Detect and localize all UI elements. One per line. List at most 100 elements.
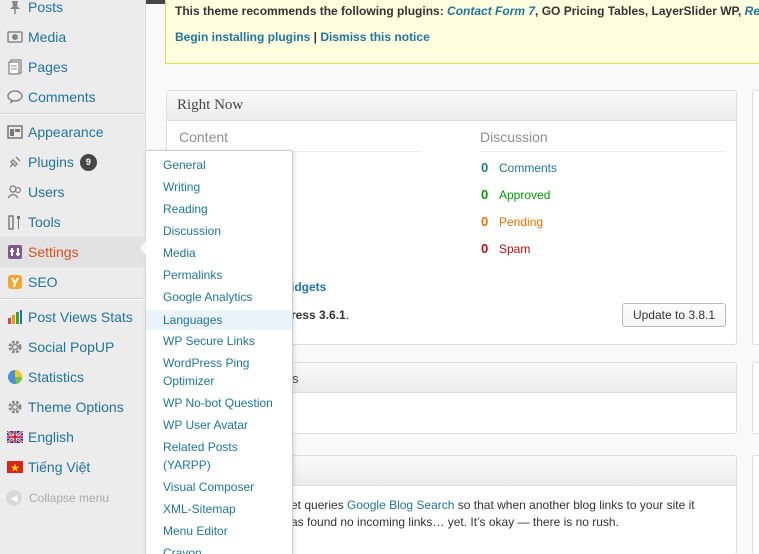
submenu-wordpress-ping-optimizer[interactable]: WordPress Ping Optimizer: [146, 354, 292, 390]
submenu-languages[interactable]: Languages: [146, 310, 292, 330]
version-number: ress 3.6.1: [291, 308, 346, 322]
pages-icon: [6, 58, 24, 76]
side-widget-edge: [752, 362, 759, 434]
menu-item-tools[interactable]: Tools: [0, 207, 146, 237]
comments-count: 0: [481, 160, 489, 175]
menu-item-media[interactable]: Media: [0, 22, 146, 52]
uk-flag-icon: [6, 428, 24, 446]
menu-separator: [0, 298, 146, 300]
menu-item-post-views-stats[interactable]: Post Views Stats: [0, 302, 146, 332]
menu-item-label: Social PopUP: [28, 339, 115, 355]
discussion-rule: [480, 151, 725, 152]
admin-sidebar: Posts Media Pages Comments Appearance Pl…: [0, 0, 146, 554]
submenu-wp-secure-links[interactable]: WP Secure Links: [146, 332, 292, 350]
submenu-general[interactable]: General: [146, 156, 292, 174]
version-period: .: [345, 308, 350, 322]
menu-item-label: SEO: [28, 274, 58, 290]
discussion-row-pending[interactable]: 0 Pending: [481, 214, 543, 229]
menu-item-label: Media: [28, 29, 67, 45]
spam-label: Spam: [499, 241, 531, 256]
submenu-media[interactable]: Media: [146, 244, 292, 262]
gear-icon: [6, 338, 24, 356]
menu-item-label: Users: [28, 184, 65, 200]
submenu-xml-sitemap[interactable]: XML-Sitemap: [146, 500, 292, 518]
menu-item-seo[interactable]: SEO: [0, 267, 146, 297]
incoming-text-prefix: et queries: [291, 498, 348, 512]
menu-item-label: Settings: [28, 244, 79, 260]
incoming-text-suffix: so that when another blog links to your …: [454, 498, 695, 512]
discussion-row-spam[interactable]: 0 Spam: [481, 241, 530, 256]
menu-item-plugins[interactable]: Plugins 9: [0, 147, 146, 177]
menu-item-appearance[interactable]: Appearance: [0, 117, 146, 147]
submenu-discussion[interactable]: Discussion: [146, 222, 292, 240]
bar-chart-icon: [6, 308, 24, 326]
approved-label: Approved: [499, 187, 551, 202]
menu-item-label: Tools: [28, 214, 61, 230]
submenu-crayon[interactable]: Crayon: [146, 544, 292, 554]
begin-installing-plugins-link[interactable]: Begin installing plugins: [175, 30, 310, 44]
menu-item-posts[interactable]: Posts: [0, 0, 146, 22]
version-text: ress 3.6.1.: [291, 308, 349, 322]
google-blog-search-link[interactable]: Google Blog Search: [347, 498, 454, 512]
menu-item-label: Theme Options: [28, 399, 124, 415]
menu-item-english[interactable]: English: [0, 422, 146, 452]
pending-label: Pending: [499, 214, 544, 229]
menu-item-users[interactable]: Users: [0, 177, 146, 207]
dismiss-notice-link[interactable]: Dismiss this notice: [320, 30, 429, 44]
collapse-menu-button[interactable]: ◀ Collapse menu: [6, 490, 109, 506]
discussion-row-approved[interactable]: 0 Approved: [481, 187, 550, 202]
plugin-recommendation-notice: This theme recommends the following plug…: [165, 0, 759, 64]
right-now-header[interactable]: Right Now: [167, 91, 736, 121]
menu-item-pages[interactable]: Pages: [0, 52, 146, 82]
menu-item-label: Posts: [28, 0, 64, 15]
notice-actions: Begin installing plugins | Dismiss this …: [175, 30, 430, 44]
settings-submenu: General Writing Reading Discussion Media…: [146, 150, 293, 554]
menu-item-label: Tiếng Việt: [28, 459, 91, 475]
spam-count: 0: [481, 241, 489, 256]
submenu-visual-composer[interactable]: Visual Composer: [146, 478, 292, 496]
contact-form-7-link[interactable]: Contact Form 7: [447, 4, 535, 18]
submenu-writing[interactable]: Writing: [146, 178, 292, 196]
settings-icon: [6, 243, 24, 261]
notice-separator: |: [310, 30, 321, 44]
pending-count: 0: [481, 214, 489, 229]
notice-message: This theme recommends the following plug…: [175, 4, 759, 18]
widgets-link[interactable]: idgets: [291, 280, 326, 294]
menu-item-tieng-viet[interactable]: Tiếng Việt: [0, 452, 146, 482]
side-widget-edge: [752, 90, 759, 345]
notice-text-rest: , GO Pricing Tables, LayerSlider WP,: [535, 4, 745, 18]
submenu-wp-no-bot-question[interactable]: WP No-bot Question: [146, 394, 292, 412]
right-now-title: Right Now: [177, 97, 244, 113]
submenu-permalinks[interactable]: Permalinks: [146, 266, 292, 284]
menu-item-label: English: [28, 429, 74, 445]
incoming-links-line-2: as found no incoming links… yet. It’s ok…: [291, 515, 619, 529]
comments-label: Comments: [499, 160, 558, 175]
update-wordpress-button[interactable]: Update to 3.8.1: [622, 303, 726, 327]
submenu-google-analytics[interactable]: Google Analytics: [146, 288, 292, 306]
submenu-wp-user-avatar[interactable]: WP User Avatar: [146, 416, 292, 434]
menu-separator: [0, 113, 146, 115]
approved-count: 0: [481, 187, 489, 202]
menu-item-statistics[interactable]: Statistics: [0, 362, 146, 392]
vietnam-flag-icon: [6, 458, 24, 476]
discussion-row-comments[interactable]: 0 Comments: [481, 160, 557, 175]
notice-text: This theme recommends the following plug…: [175, 4, 448, 18]
truncated-plugin-link[interactable]: Rec: [745, 4, 759, 18]
pushpin-icon: [6, 0, 24, 16]
collapse-arrow-icon: ◀: [6, 490, 22, 506]
menu-item-settings[interactable]: Settings: [0, 237, 146, 267]
menu-item-theme-options[interactable]: Theme Options: [0, 392, 146, 422]
users-icon: [6, 183, 24, 201]
menu-item-comments[interactable]: Comments: [0, 82, 146, 112]
pie-chart-icon: [6, 368, 24, 386]
menu-item-label: Plugins: [28, 154, 74, 170]
plug-icon: [6, 153, 24, 171]
content-heading: Content: [179, 129, 229, 145]
submenu-menu-editor[interactable]: Menu Editor: [146, 522, 292, 540]
gear-icon: [6, 398, 24, 416]
submenu-related-posts-yarpp[interactable]: Related Posts (YARPP): [146, 438, 292, 474]
appearance-icon: [6, 123, 24, 141]
menu-item-social-popup[interactable]: Social PopUP: [0, 332, 146, 362]
submenu-reading[interactable]: Reading: [146, 200, 292, 218]
plugin-update-count-badge: 9: [79, 153, 97, 171]
